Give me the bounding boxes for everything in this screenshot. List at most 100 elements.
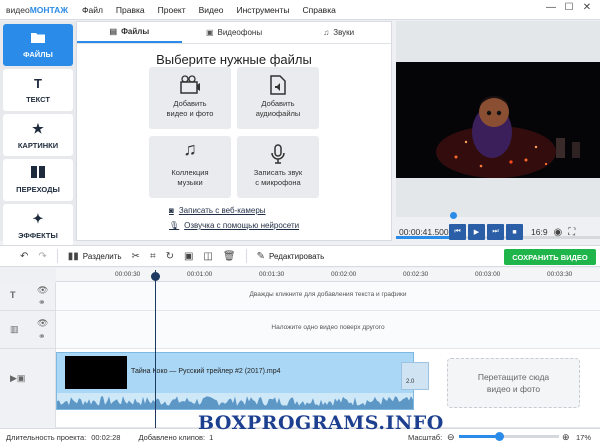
minimize-icon[interactable]: — (542, 2, 560, 13)
eye-icon[interactable]: 👁 (37, 285, 48, 296)
add-audio-button[interactable]: Добавить аудиофайлы (237, 67, 319, 129)
close-icon[interactable]: ✕ (578, 2, 596, 13)
star-icon: ★ (32, 120, 44, 136)
zoom-slider-handle[interactable] (495, 432, 504, 441)
music-collection-button[interactable]: ♫ Коллекция музыки (149, 136, 231, 198)
window-controls: — ☐ ✕ (542, 2, 596, 13)
overlay-track-hint: Наложите одно видео поверх другого (271, 324, 385, 331)
eye-icon[interactable]: 👁 (37, 318, 48, 329)
divider (245, 249, 247, 263)
sidebar-item-label: ТЕКСТ (26, 95, 50, 104)
ruler-label: 00:03:00 (475, 271, 501, 278)
speed-icon[interactable]: ▣ (184, 251, 193, 262)
file-icon: ▤ (109, 27, 118, 36)
edit-button[interactable]: ✎ Редактировать (257, 251, 325, 262)
split-button[interactable]: ▮▮ Разделить (68, 251, 122, 262)
save-video-button[interactable]: СОХРАНИТЬ ВИДЕО (504, 249, 596, 265)
clips-label: Добавлено клипов: (138, 432, 206, 442)
record-microphone-button[interactable]: Записать звук с микрофона (237, 136, 319, 198)
panel-heading: Выберите нужные файлы (156, 52, 312, 67)
tab-sounds[interactable]: ♫ Звуки (286, 22, 391, 43)
sidebar-item-label: ФАЙЛЫ (23, 50, 53, 59)
music-icon: ♫ (323, 28, 330, 37)
video-camera-icon: ▶▣ (10, 373, 26, 383)
drop-zone[interactable]: Перетащите сюда видео и фото (447, 358, 580, 408)
overlay-track-header: ▥ 👁 ⚭ (0, 311, 56, 349)
redo-icon[interactable]: ↷ (38, 251, 46, 262)
playhead-handle[interactable] (151, 272, 160, 281)
link-icon[interactable]: ⚭ (38, 297, 46, 308)
rotate-icon[interactable]: ↻ (166, 251, 174, 262)
video-clip[interactable]: Тайна Коко — Русский трейлер #2 (2017).m… (56, 352, 414, 410)
files-panel: ▤ Файлы ▣ Видеофоны ♫ Звуки Выберите нуж… (76, 21, 392, 241)
menu-file[interactable]: Файл (82, 5, 103, 15)
webcam-icon: ◙ (169, 206, 174, 215)
cut-icon[interactable]: ✂ (132, 251, 140, 262)
link-icon[interactable]: ⚭ (38, 331, 46, 342)
record-webcam-link[interactable]: ◙ Записать с веб-камеры (169, 206, 266, 215)
text-track[interactable]: Дважды кликните для добавления текста и … (56, 282, 600, 311)
menu-video[interactable]: Видео (199, 5, 224, 15)
menu-project[interactable]: Проект (158, 5, 186, 15)
preview-panel (396, 21, 600, 239)
playhead[interactable] (155, 270, 156, 428)
film-reel-icon (179, 75, 201, 99)
duration-label: Длительность проекта: (6, 432, 87, 442)
ai-voiceover-link[interactable]: 🎙 Озвучка с помощью нейросети (169, 221, 299, 230)
clip-badge: 2.0 (406, 379, 415, 385)
sidebar-item-effects[interactable]: ✦ ЭФФЕКТЫ (3, 204, 73, 246)
zoom-value: 17% (576, 432, 592, 442)
divider (56, 249, 58, 263)
fullscreen-icon[interactable]: ⛶ (568, 227, 575, 238)
prev-icon[interactable]: ⏮ (449, 224, 466, 240)
zoom-in-icon[interactable]: ⊕ (562, 432, 570, 443)
progress-handle[interactable] (450, 212, 458, 219)
clip-thumbnail (65, 356, 127, 389)
menu-edit[interactable]: Правка (116, 5, 145, 15)
text-track-hint: Дважды кликните для добавления текста и … (249, 291, 407, 298)
aspect-ratio-select[interactable]: 16:9 (531, 227, 548, 237)
add-video-photo-button[interactable]: Добавить видео и фото (149, 67, 231, 129)
ruler-label: 00:01:00 (187, 271, 213, 278)
zoom-slider[interactable] (459, 435, 559, 438)
camera-snapshot-icon[interactable]: ◉ (554, 227, 563, 238)
microphone-icon: 🎙 (169, 221, 180, 230)
app-logo: видеоМОНТАЖ (6, 4, 68, 15)
delete-icon[interactable]: 🗑 (223, 251, 236, 262)
pencil-icon: ✎ (256, 250, 265, 262)
menu-tools[interactable]: Инструменты (236, 5, 289, 15)
tab-label: Файлы (121, 27, 150, 36)
stop-icon[interactable]: ■ (506, 224, 523, 240)
video-frame-image (396, 62, 600, 178)
tab-files[interactable]: ▤ Файлы (77, 22, 182, 43)
microphone-icon (271, 144, 285, 168)
sidebar-item-text[interactable]: T ТЕКСТ (3, 69, 73, 111)
maximize-icon[interactable]: ☐ (560, 2, 578, 13)
tab-label: Видеофоны (217, 28, 263, 37)
sidebar-item-files[interactable]: ФАЙЛЫ (3, 24, 73, 66)
ruler-label: 00:02:30 (403, 271, 429, 278)
menu-help[interactable]: Справка (302, 5, 335, 15)
play-icon[interactable]: ▶ (468, 224, 485, 240)
sidebar-item-pictures[interactable]: ★ КАРТИНКИ (3, 114, 73, 156)
video-frame[interactable] (396, 62, 600, 178)
film-icon: ▣ (205, 28, 214, 37)
crop-icon[interactable]: ⌗ (150, 251, 156, 262)
sidebar-item-transitions[interactable]: ПЕРЕХОДЫ (3, 159, 73, 201)
zoom-out-icon[interactable]: ⊖ (447, 432, 455, 443)
ruler-label: 00:00:30 (115, 271, 141, 278)
menu-bar: видеоМОНТАЖ Файл Правка Проект Видео Инс… (0, 0, 600, 20)
ruler-label: 00:03:30 (547, 271, 573, 278)
timeline-ruler[interactable]: 00:00:30 00:01:00 00:01:30 00:02:00 00:0… (56, 268, 600, 282)
panel-tabs: ▤ Файлы ▣ Видеофоны ♫ Звуки (77, 22, 391, 44)
tab-label: Звуки (333, 28, 355, 37)
next-icon[interactable]: ⏭ (487, 224, 504, 240)
audio-edit-icon[interactable]: ◫ (203, 251, 212, 262)
undo-icon[interactable]: ↶ (20, 251, 28, 262)
sidebar-item-label: ЭФФЕКТЫ (18, 230, 58, 240)
audio-file-icon (269, 75, 287, 99)
transition-slot[interactable]: 2.0 (401, 362, 429, 390)
overlay-track[interactable]: Наложите одно видео поверх другого (56, 311, 600, 349)
audio-waveform (57, 393, 413, 409)
tab-video-backgrounds[interactable]: ▣ Видеофоны (182, 22, 287, 43)
